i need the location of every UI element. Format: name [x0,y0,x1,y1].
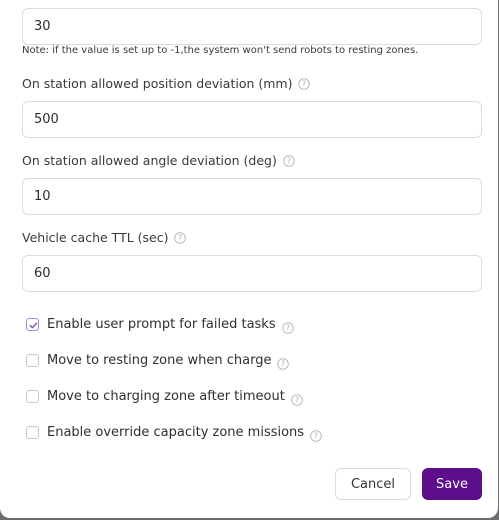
resting-zone-label: Move to resting zone when charge [47,353,272,368]
svg-text:?: ? [287,156,291,165]
settings-modal: Note: if the value is set up to -1,the s… [0,0,498,518]
checkbox-row-override-capacity[interactable]: Enable override capacity zone missions ? [26,425,322,442]
vehicle-cache-ttl-input[interactable] [22,255,482,292]
user-prompt-label: Enable user prompt for failed tasks [47,317,276,332]
svg-text:?: ? [302,79,306,88]
angle-deviation-input[interactable] [22,178,482,215]
help-icon[interactable]: ? [281,319,294,334]
help-icon[interactable]: ? [298,77,311,90]
angle-deviation-label: On station allowed angle deviation (deg) [22,153,277,168]
vehicle-cache-ttl-label-row: Vehicle cache TTL (sec) ? [22,230,187,245]
checkbox-row-resting-zone[interactable]: Move to resting zone when charge ? [26,353,290,370]
svg-text:?: ? [314,431,318,440]
checkbox-row-user-prompt[interactable]: Enable user prompt for failed tasks ? [26,317,294,334]
charging-zone-checkbox[interactable] [26,390,39,403]
help-icon[interactable]: ? [310,427,322,442]
svg-text:?: ? [178,233,182,242]
help-icon[interactable]: ? [283,154,295,167]
svg-text:?: ? [286,323,290,332]
resting-zone-checkbox[interactable] [26,354,39,367]
checkbox-row-charging-zone[interactable]: Move to charging zone after timeout ? [26,389,303,406]
vehicle-cache-ttl-label: Vehicle cache TTL (sec) [22,230,169,245]
cancel-button[interactable]: Cancel [335,468,411,500]
angle-deviation-label-row: On station allowed angle deviation (deg)… [22,153,295,168]
override-capacity-checkbox[interactable] [26,426,39,439]
override-capacity-label: Enable override capacity zone missions [47,425,305,440]
save-button[interactable]: Save [422,468,482,500]
resting-timeout-note: Note: if the value is set up to -1,the s… [22,45,419,56]
svg-text:?: ? [281,359,285,368]
svg-text:?: ? [295,395,299,404]
user-prompt-checkbox[interactable] [26,318,39,331]
position-deviation-label-row: On station allowed position deviation (m… [22,76,311,91]
help-icon[interactable]: ? [277,355,290,370]
charging-zone-label: Move to charging zone after timeout [47,389,285,404]
position-deviation-label: On station allowed position deviation (m… [22,76,293,91]
help-icon[interactable]: ? [174,231,187,244]
resting-timeout-input[interactable] [22,8,482,45]
help-icon[interactable]: ? [291,391,303,406]
position-deviation-input[interactable] [22,101,482,138]
